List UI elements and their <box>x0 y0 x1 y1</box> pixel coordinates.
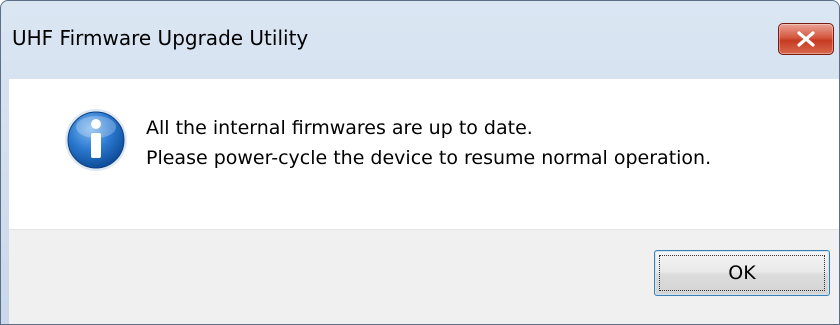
information-icon <box>65 109 127 171</box>
close-button[interactable] <box>778 23 834 55</box>
message-line-1: All the internal firmwares are up to dat… <box>146 117 533 139</box>
ok-button-label: OK <box>728 262 756 284</box>
close-icon <box>797 31 815 47</box>
window-title: UHF Firmware Upgrade Utility <box>12 26 309 50</box>
button-bar: OK <box>9 229 839 324</box>
dialog-content: All the internal firmwares are up to dat… <box>9 79 839 229</box>
dialog-message: All the internal firmwares are up to dat… <box>146 113 711 173</box>
title-bar[interactable]: UHF Firmware Upgrade Utility <box>1 1 839 79</box>
message-dialog-window: UHF Firmware Upgrade Utility All the int… <box>0 0 840 325</box>
message-line-2: Please power-cycle the device to resume … <box>146 147 712 169</box>
ok-button[interactable]: OK <box>654 250 830 296</box>
